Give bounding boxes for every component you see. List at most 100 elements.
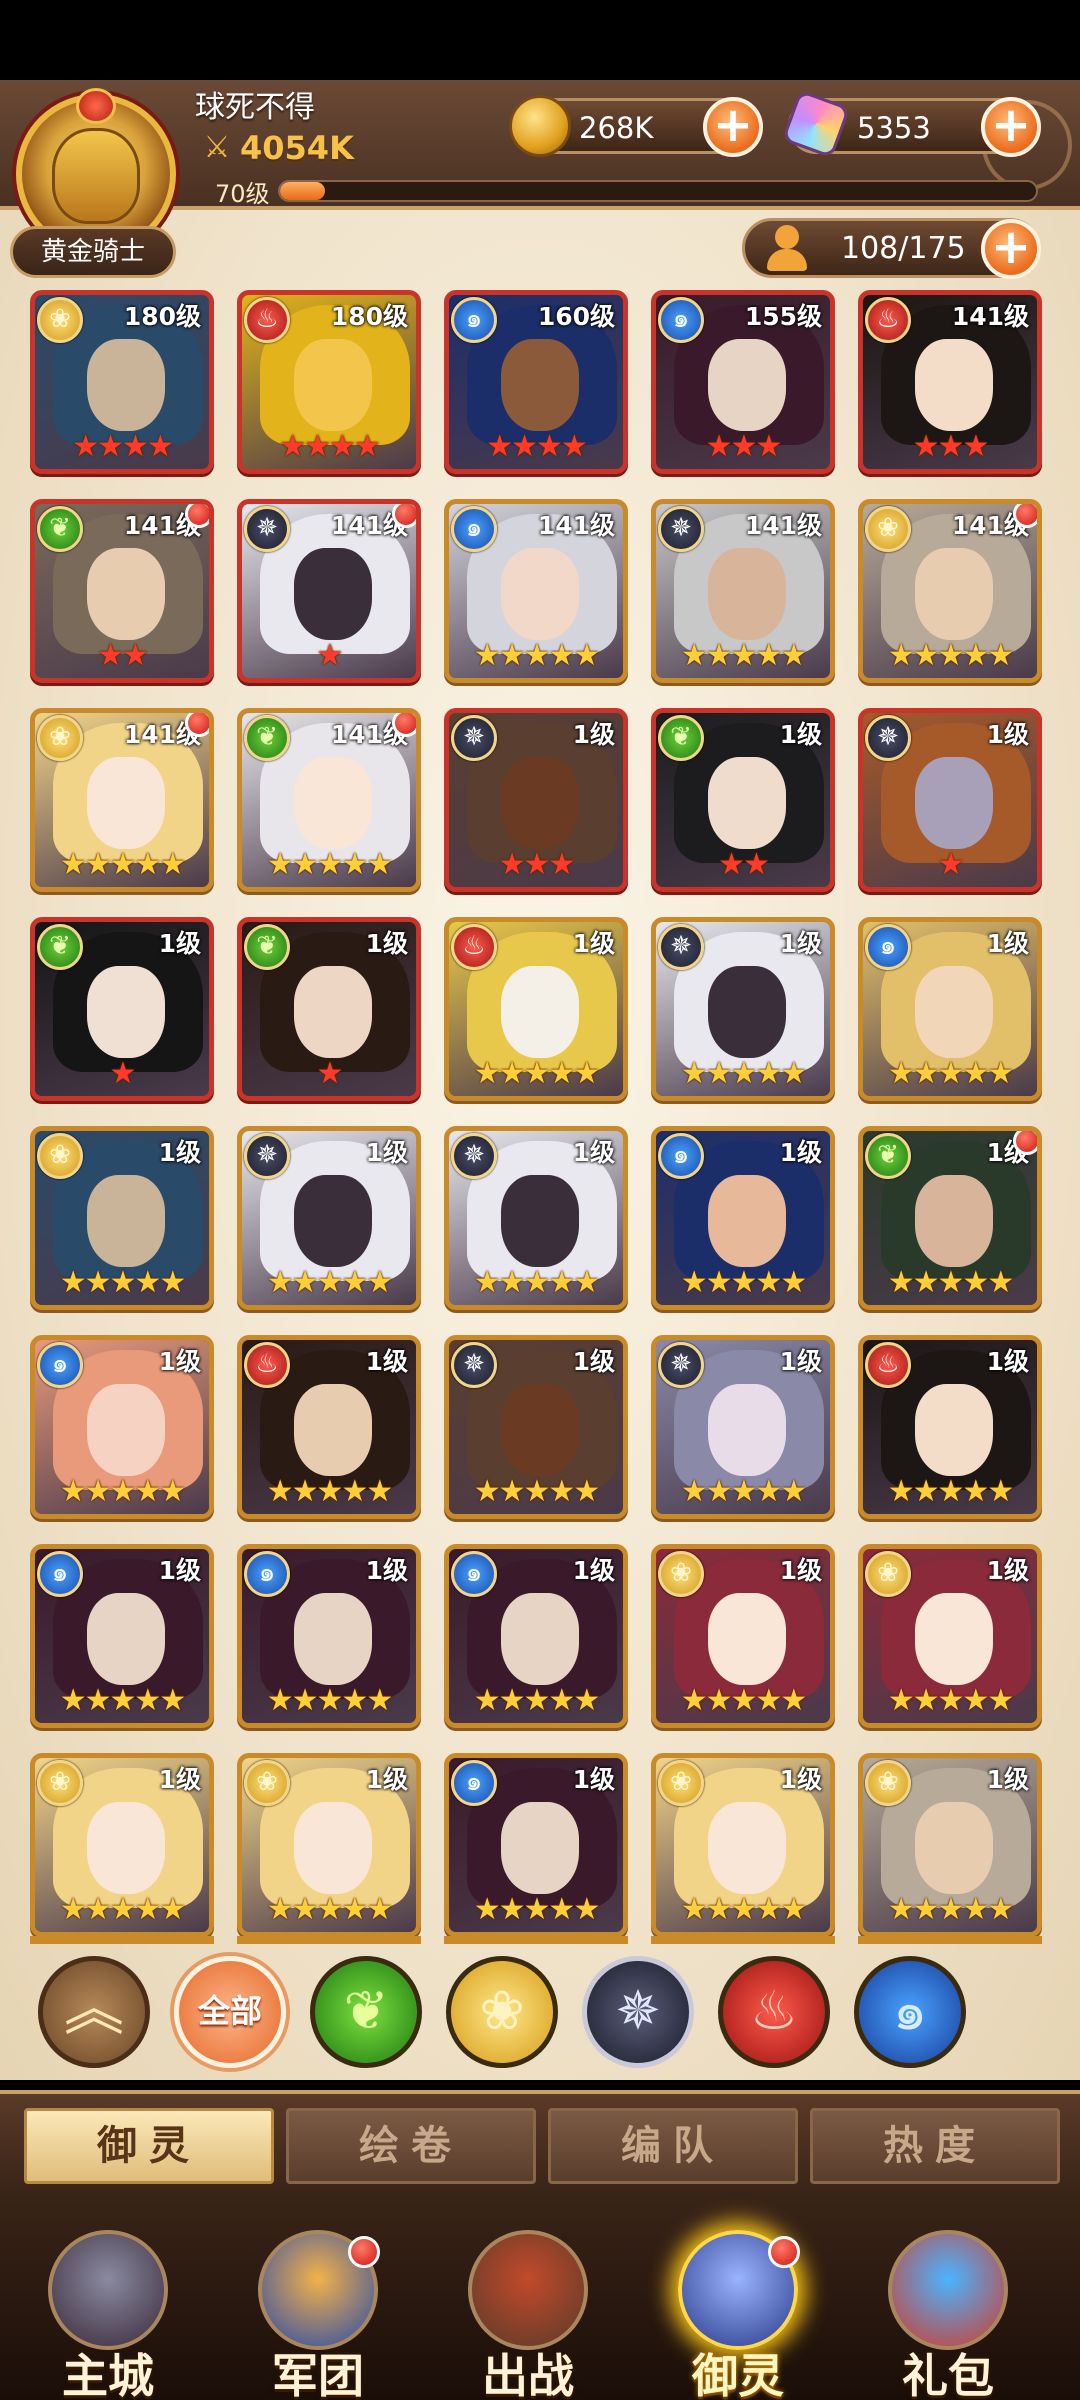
tab-spirits[interactable]: 御灵 (24, 2108, 274, 2184)
hero-card[interactable]: ✵ 1级 ★ (858, 708, 1042, 892)
hero-card[interactable]: ๑ 1级 ★★★★★ (858, 917, 1042, 1101)
phoenix-emblem-icon[interactable]: ♨ (718, 1956, 830, 2068)
tab-gallery[interactable]: 绘卷 (286, 2108, 536, 2184)
hero-card[interactable]: ❀ 1级 ★★★★★ (30, 1126, 214, 1310)
hero-card[interactable]: ♨ 141级 ★★★ (858, 290, 1042, 474)
hero-card[interactable]: ❦ 1级 ★ (237, 917, 421, 1101)
hero-card[interactable]: ♨ 1级 ★★★★★ (858, 1335, 1042, 1519)
hero-card[interactable]: ✵ 1级 ★★★★★ (444, 1126, 628, 1310)
hero-card[interactable]: ๑ 1级 ★★★★★ (651, 1126, 835, 1310)
hero-card[interactable]: ♨ 1级 ★★★★★ (237, 1335, 421, 1519)
wave-emblem-icon[interactable]: ๑ (854, 1956, 966, 2068)
rose-emblem-icon[interactable]: ❀ (446, 1956, 558, 2068)
hero-card[interactable]: ❦ 141级 ★★★★★ (237, 708, 421, 892)
hero-card[interactable]: ✵ 141级 ★ (237, 499, 421, 683)
hero-card[interactable]: ❀ 180级 ★★★★ (30, 290, 214, 474)
hero-star-rating: ★★★★★ (59, 1474, 186, 1509)
filter-all-button[interactable]: 全部 (174, 1956, 286, 2068)
player-title: 黄金骑士 (10, 226, 176, 278)
hero-level: 1级 (365, 1556, 408, 1585)
star-web-emblem-icon: ✵ (658, 1342, 704, 1388)
hero-card[interactable]: ๑ 1级 ★★★★★ (30, 1335, 214, 1519)
hero-card[interactable]: ๑ 141级 ★★★★★ (444, 499, 628, 683)
hero-level: 1级 (572, 1556, 615, 1585)
add-gold-button[interactable]: + (703, 97, 763, 157)
hero-card[interactable]: ๑ 1级 ★★★★★ (237, 1544, 421, 1728)
nav-item-0[interactable]: 主城 (18, 2190, 198, 2400)
hero-capacity: 108/175 + (742, 218, 1041, 279)
star-web-emblem-icon[interactable]: ✵ (582, 1956, 694, 2068)
hero-card[interactable]: ❀ 141级 ★★★★★ (30, 708, 214, 892)
hero-card[interactable]: ๑ 1级 ★★★★★ (444, 1753, 628, 1937)
hero-card[interactable]: ♨ 1级 ★★★★★ (444, 917, 628, 1101)
power-display: ⚔ 4054K (200, 128, 354, 168)
notification-dot (392, 713, 416, 737)
hero-star-rating: ★★★★★ (887, 1892, 1014, 1927)
notification-dot (768, 2236, 800, 2268)
hero-card[interactable]: ❀ 141级 ★★★★★ (858, 499, 1042, 683)
hero-level: 180级 (330, 302, 408, 331)
hero-card[interactable]: ❦ 1级 ★ (30, 917, 214, 1101)
hero-card[interactable]: ❀ 1级 ★★★★★ (237, 1753, 421, 1937)
nav-item-3[interactable]: 御灵 (648, 2190, 828, 2400)
tab-formation[interactable]: 编队 (548, 2108, 798, 2184)
hero-grid: ❀ 180级 ★★★★ ♨ 180级 ★★★★ ๑ 160级 ★★★★ ๑ 155级 ★★★ ♨ 141级… (30, 290, 1050, 1940)
hero-card[interactable]: ✵ 1级 ★★★★★ (651, 1335, 835, 1519)
hero-star-rating: ★★★★★ (887, 1683, 1014, 1718)
avatar-gem-icon (76, 88, 116, 124)
hero-star-rating: ★★★★★ (887, 638, 1014, 673)
hero-level: 1级 (158, 1138, 201, 1167)
star-web-emblem-icon: ✵ (244, 1133, 290, 1179)
hero-card[interactable]: ❀ 1级 ★★★★★ (651, 1753, 835, 1937)
hero-card[interactable]: ❀ 1级 ★★★★★ (651, 1544, 835, 1728)
hero-card[interactable]: ❀ 1级 ★★★★★ (858, 1544, 1042, 1728)
hero-star-rating: ★★★ (498, 847, 576, 882)
hero-card[interactable]: ๑ 1级 ★★★★★ (444, 1544, 628, 1728)
phoenix-emblem-icon: ♨ (865, 1342, 911, 1388)
hero-card[interactable]: ❀ 1级 ★★★★★ (30, 1753, 214, 1937)
experience-bar (278, 180, 1038, 202)
hero-card[interactable]: ๑ 1级 ★★★★★ (30, 1544, 214, 1728)
hero-card[interactable]: ❦ 1级 ★★ (651, 708, 835, 892)
star-web-emblem-icon: ✵ (451, 1342, 497, 1388)
hero-card[interactable]: ๑ 160级 ★★★★ (444, 290, 628, 474)
hero-level: 1级 (365, 1347, 408, 1376)
hero-card[interactable]: ✵ 1级 ★★★★★ (651, 917, 835, 1101)
hero-star-rating: ★★★★ (72, 429, 174, 464)
hero-card[interactable]: ♨ 180级 ★★★★ (237, 290, 421, 474)
rose-emblem-icon: ❀ (658, 1760, 704, 1806)
nav-item-2[interactable]: 出战 (438, 2190, 618, 2400)
hero-card[interactable]: ✵ 1级 ★★★★★ (444, 1335, 628, 1519)
add-gems-button[interactable]: + (981, 97, 1041, 157)
expand-capacity-button[interactable]: + (981, 219, 1041, 279)
rose-emblem-icon: ❀ (37, 1133, 83, 1179)
bottom-navigation: 主城 军团 出战 御灵 礼包 (0, 2190, 1080, 2400)
hero-star-rating: ★★★★★ (473, 1892, 600, 1927)
leaf-emblem-icon[interactable]: ❦ (310, 1956, 422, 2068)
hero-card[interactable]: ❀ 1级 ★★★★★ (858, 1753, 1042, 1937)
hero-card[interactable]: ❦ 1级 ★★★★★ (858, 1126, 1042, 1310)
hero-level: 1级 (986, 1765, 1029, 1794)
hero-star-rating: ★★★★★ (680, 1474, 807, 1509)
double-chevron-up-icon[interactable]: ︽ (38, 1956, 150, 2068)
leaf-emblem-icon: ❦ (37, 924, 83, 970)
rose-emblem-icon: ❀ (37, 1760, 83, 1806)
leaf-emblem-icon: ❦ (244, 715, 290, 761)
nav-label: 礼包 (902, 2349, 994, 2400)
hero-star-rating: ★★★★★ (473, 1474, 600, 1509)
star-web-emblem-icon: ✵ (244, 506, 290, 552)
hero-card[interactable]: ๑ 155级 ★★★ (651, 290, 835, 474)
hero-card[interactable]: ✵ 1级 ★★★★★ (237, 1126, 421, 1310)
gem-resource: 5353 + (781, 89, 1041, 159)
hero-star-rating: ★★★★★ (266, 1474, 393, 1509)
hero-level: 1级 (158, 929, 201, 958)
hero-card[interactable]: ❦ 141级 ★★ (30, 499, 214, 683)
hero-card[interactable]: ✵ 1级 ★★★ (444, 708, 628, 892)
tab-popularity[interactable]: 热度 (810, 2108, 1060, 2184)
phoenix-emblem-icon: ♨ (244, 297, 290, 343)
nav-item-1[interactable]: 军团 (228, 2190, 408, 2400)
gold-resource: 268K + (509, 95, 763, 157)
nav-item-4[interactable]: 礼包 (858, 2190, 1038, 2400)
hero-card[interactable]: ✵ 141级 ★★★★★ (651, 499, 835, 683)
hero-star-rating: ★★★★★ (59, 1683, 186, 1718)
